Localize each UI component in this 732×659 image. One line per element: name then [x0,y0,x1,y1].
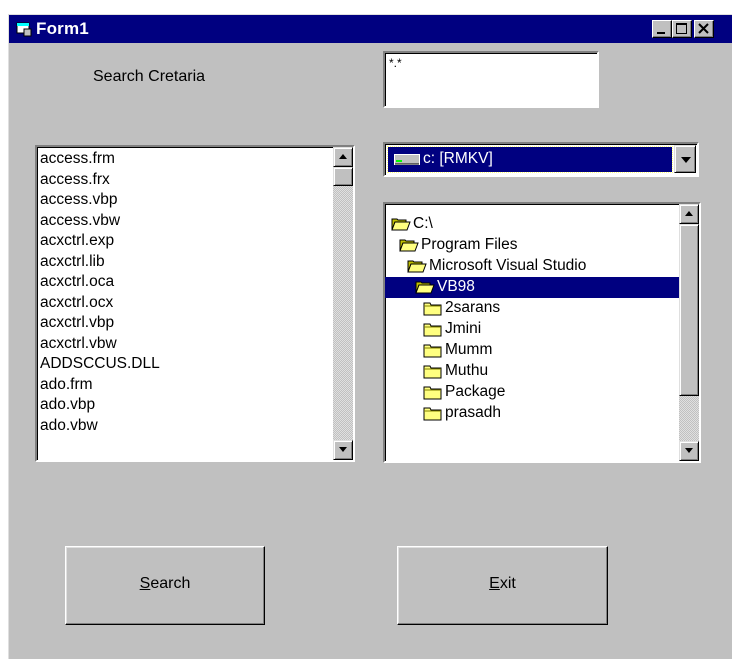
drive-combo-text: c: [RMKV] [423,150,493,167]
open-folder-icon [415,279,435,295]
directory-item[interactable]: Muthu [385,361,679,382]
arrow-down-icon [685,448,693,453]
directory-item-label: Muthu [445,362,489,379]
search-button[interactable]: Search [65,546,265,625]
arrow-down-icon [339,447,347,452]
file-list-scroll-down-button[interactable] [333,440,353,460]
file-list-item[interactable]: acxctrl.vbw [40,334,160,355]
title-bar[interactable]: Form1 [9,15,732,43]
file-list-item[interactable]: acxctrl.vbp [40,313,160,334]
directory-item[interactable]: Microsoft Visual Studio [385,256,679,277]
directory-item-label: Microsoft Visual Studio [429,257,587,274]
file-list-item[interactable]: access.frx [40,170,160,191]
open-folder-icon [399,237,419,253]
open-folder-icon [407,258,427,274]
file-list-item[interactable]: access.vbp [40,190,160,211]
file-list-item[interactable]: acxctrl.oca [40,272,160,293]
directory-scroll-down-button[interactable] [679,441,699,461]
directory-item[interactable]: VB98 [385,277,679,298]
file-list-item[interactable]: ado.vbw [40,416,160,437]
directory-item-label: VB98 [437,278,475,295]
close-icon [698,23,709,34]
arrow-up-icon [685,211,693,216]
closed-folder-icon [423,363,443,379]
pattern-input-value: *.* [389,56,402,70]
file-list-item[interactable]: acxctrl.ocx [40,293,160,314]
closed-folder-icon [423,405,443,421]
open-folder-icon [391,216,411,232]
drive-dropdown-button[interactable] [674,145,696,173]
closed-folder-icon [423,342,443,358]
directory-list-scrollbar[interactable] [679,204,699,461]
drive-combo[interactable]: c: [RMKV] [383,142,699,177]
closed-folder-icon [423,300,443,316]
directory-item[interactable]: C:\ [385,214,679,235]
file-list-item[interactable]: acxctrl.exp [40,231,160,252]
directory-item[interactable]: 2sarans [385,298,679,319]
directory-item[interactable]: Program Files [385,235,679,256]
directory-item-label: C:\ [413,215,433,232]
file-list-scrollbar[interactable] [333,147,353,460]
search-criteria-label: Search Cretaria [93,68,206,85]
directory-item[interactable]: Package [385,382,679,403]
directory-item-label: Program Files [421,236,518,253]
directory-item-label: Jmini [445,320,482,337]
minimize-icon [657,32,665,34]
directory-item[interactable]: Jmini [385,319,679,340]
chevron-down-icon [681,157,691,163]
directory-scroll-up-button[interactable] [679,204,699,224]
file-list[interactable]: access.frm access.frx access.vbp access.vbw… [35,145,355,462]
closed-folder-icon [423,321,443,337]
close-button[interactable] [694,20,714,38]
closed-folder-icon [423,384,443,400]
file-list-scroll-up-button[interactable] [333,147,353,167]
file-list-item[interactable]: ado.vbp [40,395,160,416]
file-list-items: access.frm access.frx access.vbp access.vbw… [40,149,160,436]
form-window: Form1 Search Cretaria *.* access.frm acce… [8,14,732,659]
form-icon [16,22,32,37]
directory-scroll-thumb[interactable] [679,224,699,396]
directory-item[interactable]: prasadh [385,403,679,424]
directory-item[interactable]: Mumm [385,340,679,361]
pattern-input[interactable]: *.* [383,51,599,108]
window-title: Form1 [36,19,89,38]
directory-item-label: Package [445,383,506,400]
search-button-label: Search [139,575,191,592]
maximize-button[interactable] [672,20,692,38]
directory-item-label: 2sarans [445,299,501,316]
file-list-item[interactable]: ado.frm [40,375,160,396]
directory-item-label: Mumm [445,341,493,358]
minimize-button[interactable] [652,20,672,38]
directory-item-label: prasadh [445,404,502,421]
file-list-item[interactable]: access.frm [40,149,160,170]
exit-button-label: Exit [489,575,516,592]
hard-drive-icon [394,154,420,165]
directory-list[interactable]: C:\ Program Files Microsoft Visual Studio V… [383,202,701,463]
arrow-up-icon [339,154,347,159]
maximize-icon [676,23,687,34]
drive-combo-selected: c: [RMKV] [387,146,673,173]
exit-button[interactable]: Exit [397,546,608,625]
file-list-scroll-thumb[interactable] [333,167,353,186]
file-list-item[interactable]: access.vbw [40,211,160,232]
file-list-item[interactable]: acxctrl.lib [40,252,160,273]
file-list-item[interactable]: ADDSCCUS.DLL [40,354,160,375]
